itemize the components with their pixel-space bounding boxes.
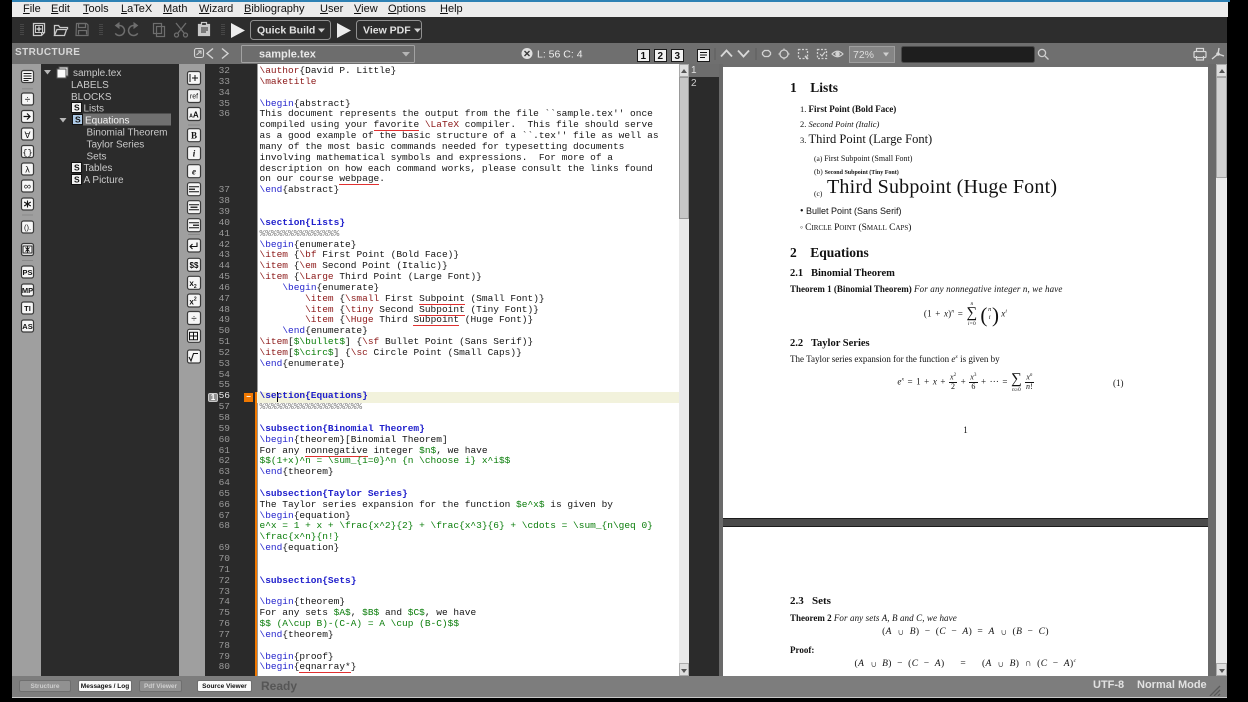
svg-text:MP: MP	[22, 286, 33, 295]
svg-text:AS: AS	[22, 322, 32, 331]
svg-text:Sets: Sets	[87, 151, 107, 162]
svg-text:S: S	[74, 103, 80, 113]
svg-text:∞: ∞	[24, 182, 31, 193]
svg-text:View PDF: View PDF	[363, 25, 411, 37]
svg-text:$$: $$	[190, 261, 199, 270]
svg-text:TI: TI	[24, 304, 31, 313]
svg-text:e: e	[192, 167, 196, 177]
svg-text:÷: ÷	[25, 95, 31, 106]
svg-text:S: S	[75, 115, 81, 125]
svg-text:72%: 72%	[853, 49, 874, 61]
svg-text:λ: λ	[25, 165, 30, 175]
svg-text:1: 1	[641, 51, 647, 62]
svg-text:Taylor Series: Taylor Series	[87, 139, 145, 150]
svg-text:PS: PS	[22, 268, 32, 277]
svg-text:{}: {}	[22, 148, 32, 158]
svg-text:sample.tex: sample.tex	[73, 68, 121, 79]
svg-text:().: ().	[24, 223, 31, 232]
svg-text:3: 3	[675, 51, 681, 62]
svg-text:Tables: Tables	[84, 163, 113, 174]
svg-text:S: S	[74, 175, 80, 185]
svg-text:Quick Build: Quick Build	[257, 25, 315, 37]
svg-text:Equations: Equations	[85, 116, 129, 127]
svg-text:LABELS: LABELS	[71, 80, 109, 91]
svg-text:Binomial Theorem: Binomial Theorem	[87, 128, 168, 139]
svg-text:A: A	[24, 129, 30, 139]
svg-text:÷: ÷	[191, 314, 197, 325]
svg-text:L: 56 C: 4: L: 56 C: 4	[537, 49, 583, 61]
svg-text:ref: ref	[190, 94, 198, 101]
svg-text:B: B	[191, 131, 197, 141]
svg-text:A Picture: A Picture	[84, 175, 124, 186]
svg-text:sample.tex: sample.tex	[259, 49, 317, 61]
svg-text:Lists: Lists	[84, 104, 105, 115]
svg-text:2: 2	[658, 51, 664, 62]
svg-text:BLOCKS: BLOCKS	[71, 92, 112, 103]
svg-text:S: S	[74, 163, 80, 173]
